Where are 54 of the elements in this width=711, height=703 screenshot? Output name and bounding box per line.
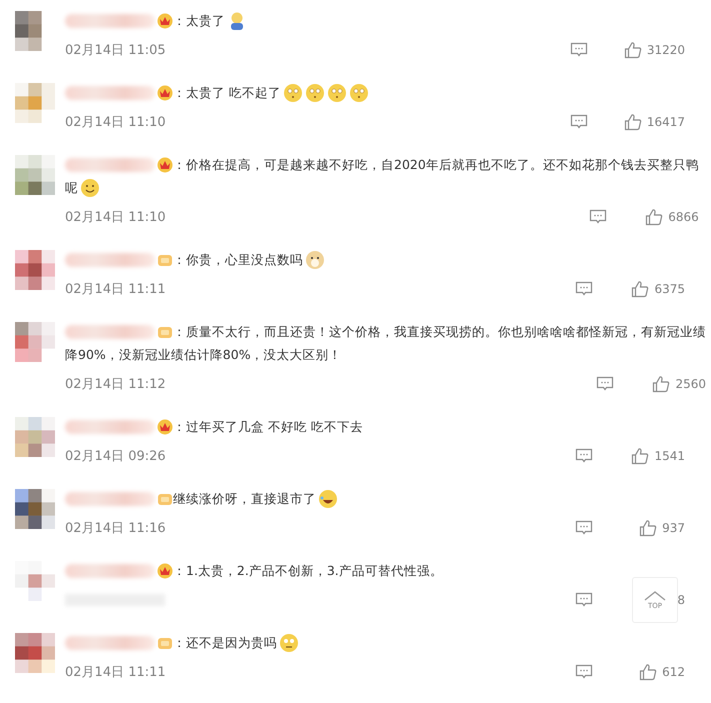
emoji-icon	[282, 82, 303, 102]
comment-text: 继续涨价呀，直接退市了	[173, 490, 316, 508]
thumbs-up-icon[interactable]	[624, 113, 642, 131]
comment-text: ：太贵了 吃不起了	[173, 84, 281, 102]
comment-time: 02月14日 11:10	[65, 209, 167, 226]
like-count: 16417	[646, 115, 685, 129]
comment-icon[interactable]	[596, 375, 614, 393]
comment-text: ：价格在提高，可是越来越不好吃，自2020年后就再也不吃了。还不如花那个钱去买整只鸭	[173, 156, 699, 174]
thumbs-up-icon[interactable]	[645, 208, 664, 226]
comment-icon[interactable]	[570, 41, 588, 59]
thumbs-up-icon[interactable]	[631, 447, 650, 465]
comment-time: 02月14日 11:05	[65, 42, 167, 59]
comment-text: ：还不是因为贵吗	[173, 634, 277, 652]
like-count: 31220	[646, 43, 685, 57]
like-count: 6375	[654, 282, 685, 296]
emoji-icon	[318, 488, 338, 508]
comment-icon[interactable]	[570, 113, 588, 131]
comment-text: ：过年买了几盒 不好吃 吃不下去	[173, 418, 363, 436]
emoji-icon	[348, 82, 369, 102]
comment-time: 02月14日 11:10	[65, 114, 167, 131]
thumbs-up-icon[interactable]	[652, 375, 670, 393]
comment-text: 呢	[65, 179, 78, 197]
thumbs-up-icon[interactable]	[639, 519, 658, 537]
comment-icon[interactable]	[575, 663, 593, 681]
comment-icon[interactable]	[575, 280, 593, 298]
like-count: 8	[677, 593, 685, 607]
like-count: 612	[662, 665, 685, 679]
comment-time: 02月14日 11:12	[65, 376, 167, 393]
emoji-icon	[279, 632, 299, 652]
comment-time: 02月14日 11:16	[65, 520, 167, 537]
comment-time: 02月14日 09:26	[65, 448, 167, 465]
like-count: 2560	[675, 377, 706, 391]
comment-text: ：你贵，心里没点数吗	[173, 251, 303, 269]
like-count: 937	[662, 521, 685, 535]
emoji-icon	[326, 82, 347, 102]
emoji-icon	[304, 82, 325, 102]
emoji-icon	[305, 250, 325, 270]
comment-icon[interactable]	[575, 447, 593, 465]
thumbs-up-icon[interactable]	[631, 280, 650, 298]
comment-text: ：1.太贵，2.产品不创新，3.产品可替代性强。	[173, 562, 443, 580]
comment-icon[interactable]	[575, 519, 593, 537]
thumbs-up-icon[interactable]	[639, 663, 658, 681]
like-count: 1541	[654, 449, 685, 463]
comment-text: 降90%，没新冠业绩估计降80%，没太大区别！	[65, 346, 342, 364]
comment-text: ：质量不太行，而且还贵！这个价格，我直接买现捞的。你也别啥啥啥都怪新冠，有新冠业绩	[173, 323, 706, 341]
chevron-up-icon	[644, 590, 666, 600]
comment-text: ：太贵了	[173, 12, 225, 30]
comment-time: 02月14日 11:11	[65, 664, 167, 681]
thumbs-up-icon[interactable]	[624, 41, 642, 59]
comment-icon[interactable]	[575, 591, 593, 609]
comment-time: 02月14日 11:11	[65, 281, 167, 298]
emoji-icon	[80, 178, 100, 198]
like-count: 6866	[668, 210, 699, 224]
comment-icon[interactable]	[588, 208, 607, 226]
